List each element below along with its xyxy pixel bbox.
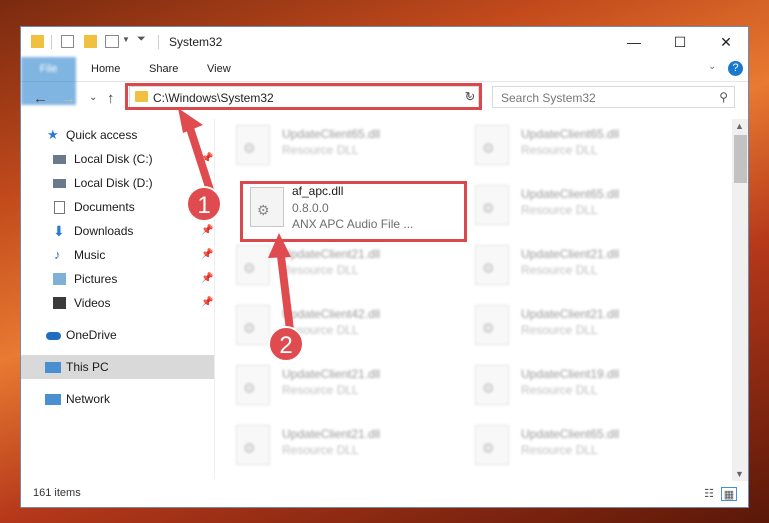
annotation-arrows	[178, 108, 294, 334]
step-badge-2: 2	[268, 326, 304, 362]
step-badge-1: 1	[186, 186, 222, 222]
